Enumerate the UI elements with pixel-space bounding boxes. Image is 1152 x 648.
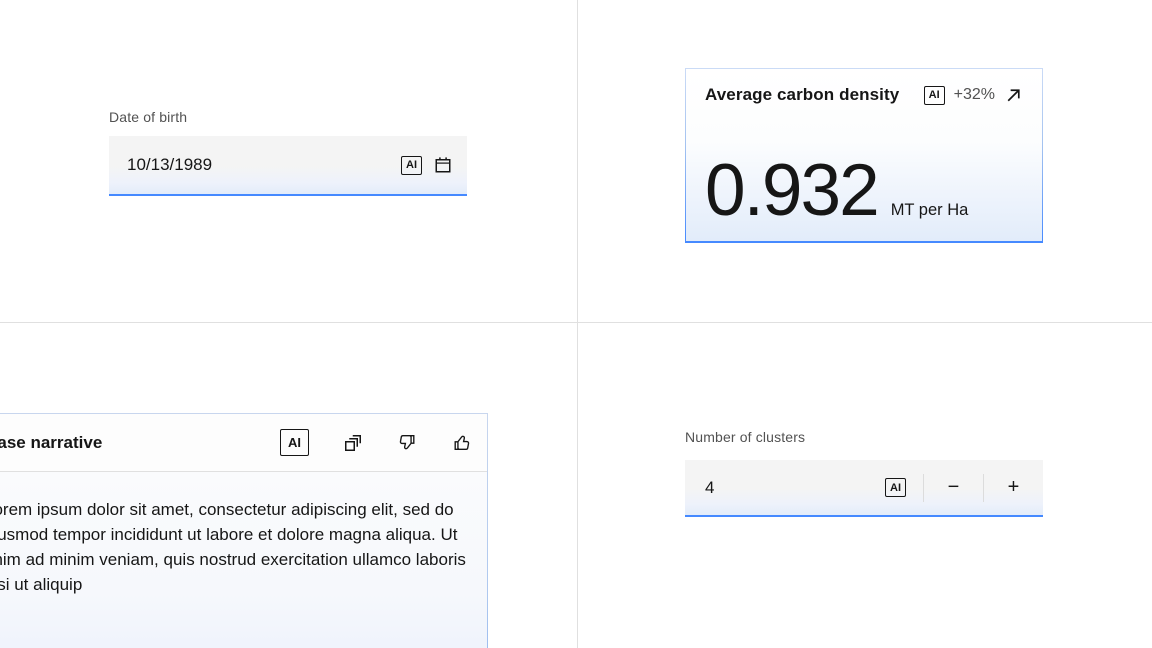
carbon-density-tile: Average carbon density AI +32% 0.932 MT …: [685, 68, 1043, 243]
narrative-textarea: Use case narrative AI: [0, 413, 488, 648]
textarea-label: Use case narrative: [0, 433, 102, 453]
copy-icon[interactable]: [342, 432, 364, 454]
date-field-icons: AI: [401, 155, 453, 175]
thumbs-up-icon[interactable]: [451, 432, 472, 453]
number-of-clusters-input[interactable]: [705, 478, 885, 498]
thumbs-down-icon[interactable]: [397, 432, 418, 453]
ai-label-badge[interactable]: AI: [280, 429, 309, 456]
ai-label-badge[interactable]: AI: [885, 478, 906, 497]
tile-value-row: 0.932 MT per Ha: [705, 154, 1023, 227]
calendar-icon[interactable]: [433, 155, 453, 175]
textarea-actions: AI: [280, 429, 472, 456]
ai-label-badge[interactable]: AI: [924, 86, 945, 105]
date-of-birth-field[interactable]: AI: [109, 136, 467, 196]
textarea-text[interactable]: Lorem ipsum dolor sit amet, consectetur …: [0, 472, 487, 648]
arrow-up-right-icon: [1004, 86, 1023, 105]
tile-metric-unit: MT per Ha: [891, 201, 969, 220]
increment-button[interactable]: +: [984, 460, 1043, 515]
textarea-header: Use case narrative AI: [0, 414, 487, 472]
tile-title: Average carbon density: [705, 85, 899, 105]
ai-components-showcase: Date of birth AI Average carbon density: [0, 0, 1152, 648]
date-of-birth-group: Date of birth AI: [109, 109, 467, 196]
tile-header: Average carbon density AI +32%: [705, 85, 1023, 105]
date-of-birth-label: Date of birth: [109, 109, 467, 125]
decrement-button[interactable]: −: [924, 460, 983, 515]
horizontal-grid-divider: [0, 322, 1152, 323]
ai-label-badge[interactable]: AI: [401, 156, 422, 175]
narrative-textarea-inner: Use case narrative AI: [0, 414, 487, 648]
number-of-clusters-label: Number of clusters: [685, 429, 1043, 445]
vertical-grid-divider: [577, 0, 578, 648]
number-of-clusters-field[interactable]: AI − +: [685, 460, 1043, 517]
number-of-clusters-group: Number of clusters AI − +: [685, 429, 1043, 517]
tile-change-value: +32%: [954, 86, 995, 104]
number-stepper-controls: AI − +: [885, 460, 1043, 515]
tile-metric-value: 0.932: [705, 154, 878, 227]
date-of-birth-input[interactable]: [127, 155, 389, 175]
tile-header-right: AI +32%: [924, 86, 1023, 105]
carbon-density-tile-inner: Average carbon density AI +32% 0.932 MT …: [686, 69, 1042, 241]
